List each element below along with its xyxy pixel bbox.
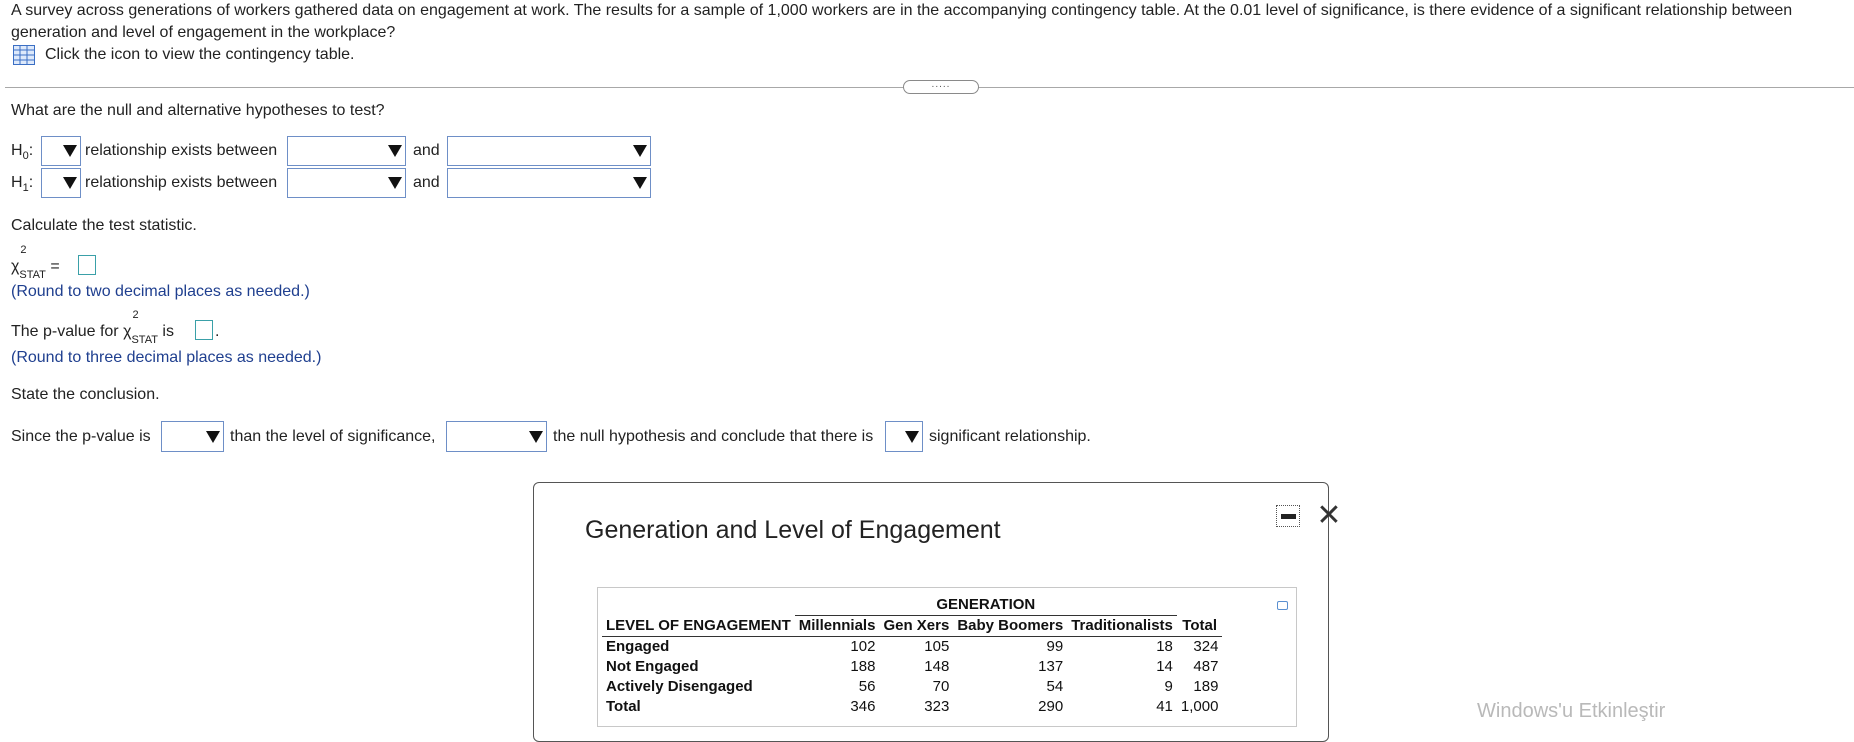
table-cell: 487 bbox=[1193, 658, 1219, 675]
row-header: LEVEL OF ENGAGEMENT bbox=[602, 615, 795, 637]
table-cell: 70 bbox=[932, 678, 950, 695]
h1-and-text: and bbox=[413, 174, 440, 191]
h0-and-text: and bbox=[413, 142, 440, 159]
dropdown-arrow-icon bbox=[388, 177, 402, 189]
table-cell: 323 bbox=[924, 698, 950, 715]
pvalue-label: The p-value for χ 2 STAT is bbox=[11, 309, 174, 347]
h1-label: H1: bbox=[11, 174, 33, 194]
dropdown-arrow-icon bbox=[633, 145, 647, 157]
column-header: Total bbox=[1176, 615, 1223, 637]
column-header: Traditionalists bbox=[1067, 615, 1177, 637]
column-header: Millennials bbox=[794, 615, 880, 637]
table-cell: 1,000 bbox=[1180, 698, 1219, 715]
dropdown-arrow-icon bbox=[63, 145, 77, 157]
h0-relationship-text: relationship exists between bbox=[85, 142, 278, 159]
dropdown-arrow-icon bbox=[63, 177, 77, 189]
equals-sign: = bbox=[50, 258, 60, 275]
h0-letter: H bbox=[11, 142, 23, 159]
chi-subscript: STAT bbox=[19, 269, 46, 282]
h0-label: H0: bbox=[11, 142, 33, 162]
table-cell: 137 bbox=[1038, 658, 1064, 675]
column-header: Gen Xers bbox=[879, 615, 954, 637]
table-cell: 324 bbox=[1193, 638, 1219, 655]
expand-icon[interactable] bbox=[1277, 601, 1288, 610]
row-label: Engaged bbox=[606, 638, 670, 655]
table-cell: 102 bbox=[850, 638, 876, 655]
table-spacer bbox=[1177, 595, 1223, 616]
close-button[interactable]: ✕ bbox=[1316, 501, 1342, 531]
chi-superscript: 2 bbox=[20, 244, 27, 256]
h0-relationship-select[interactable] bbox=[41, 136, 81, 166]
statistic-round-hint: (Round to two decimal places as needed.) bbox=[11, 283, 310, 300]
h0-colon: : bbox=[28, 142, 34, 159]
question-text: A survey across generations of workers g… bbox=[11, 2, 1793, 41]
pvalue-comparison-select[interactable] bbox=[161, 421, 224, 452]
table-row: Total 346 323 290 41 1,000 bbox=[602, 697, 1222, 717]
conclusion-text-2: than the level of significance, bbox=[230, 428, 436, 445]
table-cell: 99 bbox=[1046, 638, 1064, 655]
row-label: Not Engaged bbox=[606, 658, 699, 675]
h1-letter: H bbox=[11, 174, 23, 191]
table-cell: 41 bbox=[1156, 698, 1173, 715]
statistic-prompt: Calculate the test statistic. bbox=[11, 217, 197, 234]
h1-relationship-select[interactable] bbox=[41, 168, 81, 198]
table-cell: 18 bbox=[1156, 638, 1173, 655]
chi-subscript: STAT bbox=[131, 334, 158, 347]
pvalue-prefix: The p-value for bbox=[11, 323, 119, 340]
minimize-icon bbox=[1281, 514, 1296, 519]
table-cell: 188 bbox=[850, 658, 876, 675]
pvalue-round-hint: (Round to three decimal places as needed… bbox=[11, 349, 322, 366]
dropdown-arrow-icon bbox=[905, 430, 919, 443]
chi-superscript: 2 bbox=[132, 309, 139, 321]
table-header-row: LEVEL OF ENGAGEMENT Millennials Gen Xers… bbox=[602, 615, 1223, 637]
h1-variable1-select[interactable] bbox=[287, 168, 406, 198]
dropdown-arrow-icon bbox=[388, 145, 402, 157]
chi-square-stat-input[interactable] bbox=[78, 255, 96, 275]
dropdown-arrow-icon bbox=[206, 430, 220, 443]
table-icon[interactable] bbox=[13, 45, 35, 65]
close-icon: ✕ bbox=[1316, 499, 1342, 532]
relationship-decision-select[interactable] bbox=[885, 421, 923, 452]
popup-title: Generation and Level of Engagement bbox=[585, 516, 1001, 544]
table-cell: 105 bbox=[924, 638, 950, 655]
table-cell: 346 bbox=[850, 698, 876, 715]
table-cell: 189 bbox=[1193, 678, 1219, 695]
contingency-table: GENERATION LEVEL OF ENGAGEMENT Millennia… bbox=[602, 595, 1223, 717]
pvalue-input[interactable] bbox=[195, 320, 213, 340]
h1-relationship-text: relationship exists between bbox=[85, 174, 278, 191]
table-cell: 290 bbox=[1038, 698, 1064, 715]
table-row: Engaged 102 105 99 18 324 bbox=[602, 637, 1222, 658]
divider-handle[interactable]: ..... bbox=[903, 80, 979, 94]
table-corner bbox=[602, 595, 795, 616]
table-cell: 14 bbox=[1156, 658, 1173, 675]
table-cell: 148 bbox=[924, 658, 950, 675]
pvalue-period: . bbox=[215, 323, 220, 340]
dropdown-arrow-icon bbox=[529, 430, 543, 443]
h0-variable1-select[interactable] bbox=[287, 136, 406, 166]
h0-variable2-select[interactable] bbox=[447, 136, 651, 166]
generation-header: GENERATION bbox=[794, 595, 1177, 616]
conclusion-text-3: the null hypothesis and conclude that th… bbox=[553, 428, 874, 445]
chi-square-stat-label: χ 2 STAT = bbox=[11, 244, 60, 282]
row-label: Actively Disengaged bbox=[606, 678, 753, 695]
column-header: Baby Boomers bbox=[953, 615, 1068, 637]
conclusion-prompt: State the conclusion. bbox=[11, 386, 160, 403]
conclusion-text-1: Since the p-value is bbox=[11, 428, 151, 445]
pvalue-suffix: is bbox=[162, 323, 174, 340]
table-cell: 54 bbox=[1046, 678, 1064, 695]
view-table-link-text: Click the icon to view the contingency t… bbox=[45, 46, 355, 63]
hypotheses-prompt: What are the null and alternative hypoth… bbox=[11, 102, 385, 119]
row-label: Total bbox=[606, 698, 641, 715]
view-table-link[interactable]: Click the icon to view the contingency t… bbox=[13, 45, 355, 65]
table-row: Not Engaged 188 148 137 14 487 bbox=[602, 657, 1222, 677]
table-row: Actively Disengaged 56 70 54 9 189 bbox=[602, 677, 1222, 697]
h1-variable2-select[interactable] bbox=[447, 168, 651, 198]
minimize-button[interactable] bbox=[1276, 505, 1300, 527]
reject-decision-select[interactable] bbox=[446, 421, 547, 452]
table-cell: 9 bbox=[1164, 678, 1173, 695]
dropdown-arrow-icon bbox=[633, 177, 647, 189]
table-cell: 56 bbox=[858, 678, 876, 695]
h1-colon: : bbox=[28, 174, 34, 191]
conclusion-text-4: significant relationship. bbox=[929, 428, 1091, 445]
